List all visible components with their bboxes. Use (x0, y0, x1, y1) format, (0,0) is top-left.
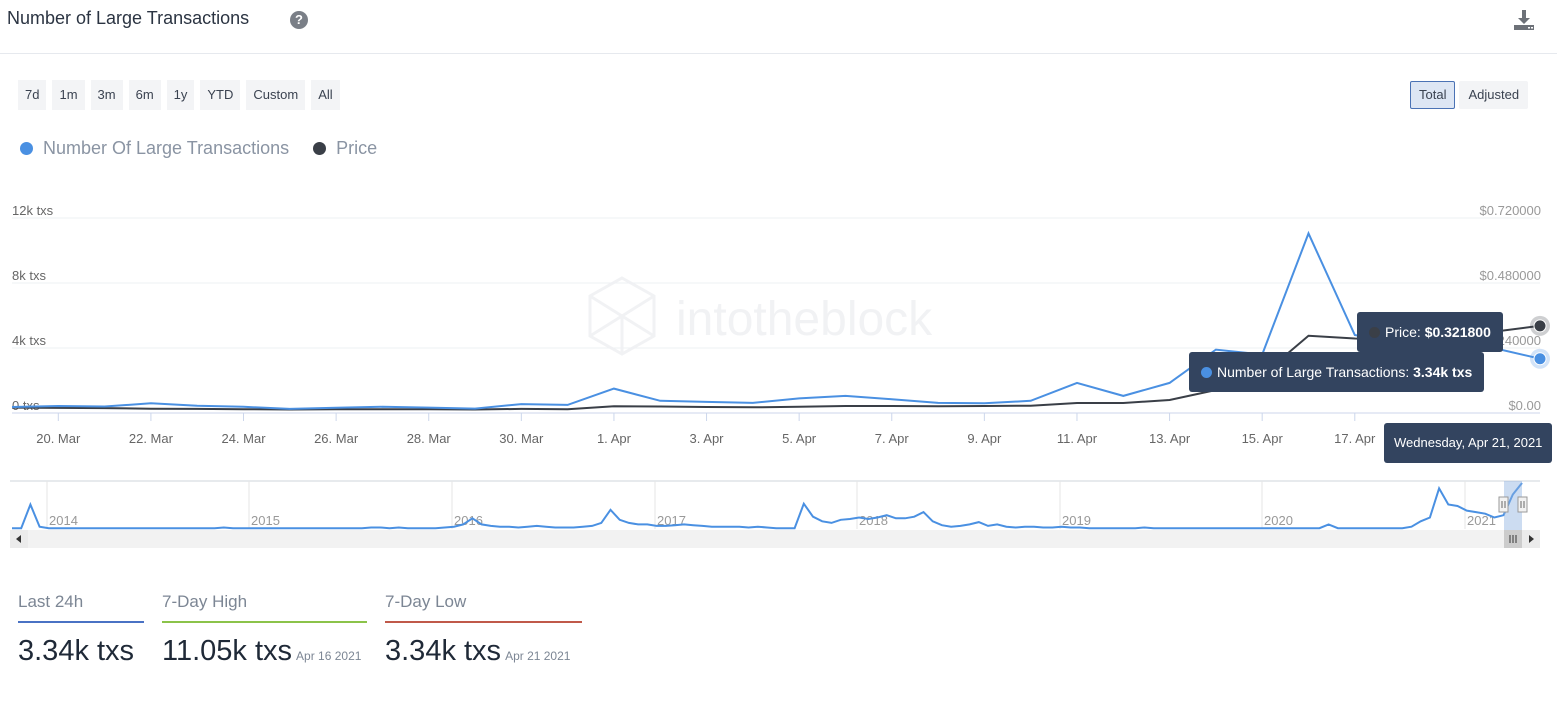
range-7d-button[interactable]: 7d (18, 80, 47, 110)
x-tick-label: 28. Mar (407, 431, 452, 446)
navigator-series-line (12, 482, 1523, 530)
stat-value-last-24h: 3.34k txs (18, 635, 135, 667)
stat-label-last-24h: Last 24h (18, 592, 144, 623)
stat-value-7day-high: 11.05k txs (162, 635, 293, 667)
mode-total-button[interactable]: Total (1410, 81, 1456, 109)
legend-marker-transactions (20, 142, 33, 155)
header: Number of Large Transactions ? (0, 0, 1557, 54)
legend-label-transactions: Number Of Large Transactions (43, 138, 290, 158)
scrollbar[interactable] (10, 530, 1540, 548)
y-left-tick-label: 4k txs (12, 333, 46, 348)
page-title: Number of Large Transactions (7, 8, 250, 28)
transactions-tooltip-value: 3.34k txs (1413, 364, 1473, 380)
range-3m-button[interactable]: 3m (90, 80, 123, 110)
range-custom-button[interactable]: Custom (246, 80, 306, 110)
navigator-left-handle[interactable] (1498, 496, 1509, 513)
range-6m-button[interactable]: 6m (128, 80, 161, 110)
navigator-year-label: 2020 (1264, 513, 1293, 528)
x-tick-label: 5. Apr (782, 431, 817, 446)
y-right-tick-label: $0.480000 (1480, 268, 1541, 283)
price-tooltip-marker (1369, 327, 1380, 338)
mode-adjusted-button[interactable]: Adjusted (1459, 81, 1529, 109)
navigator-right-handle[interactable] (1517, 496, 1528, 513)
stat-value-7day-low-wrap: 3.34k txs Apr 21 2021 (385, 635, 582, 668)
time-range-selector: 7d 1m 3m 6m 1y YTD Custom All (18, 80, 340, 110)
x-tick-label: 22. Mar (129, 431, 174, 446)
x-tick-label: 30. Mar (499, 431, 544, 446)
stat-date-7day-high: Apr 16 2021 (296, 649, 362, 663)
y-left-tick-label: 12k txs (12, 203, 54, 218)
stat-last-24h: Last 24h 3.34k txs (18, 592, 144, 668)
stat-value-7day-high-wrap: 11.05k txs Apr 16 2021 (162, 635, 367, 668)
x-tick-label: 9. Apr (967, 431, 1002, 446)
y-right-tick-label: $0.720000 (1480, 203, 1541, 218)
y-left-tick-label: 8k txs (12, 268, 46, 283)
x-tick-label: 13. Apr (1149, 431, 1191, 446)
x-tick-label: 26. Mar (314, 431, 359, 446)
transactions-tooltip-marker (1201, 367, 1212, 378)
x-tick-label: 1. Apr (597, 431, 632, 446)
x-tick-label: 15. Apr (1242, 431, 1284, 446)
legend-item-transactions[interactable]: Number Of Large Transactions (20, 138, 289, 159)
hover-marker-price[interactable] (1533, 319, 1547, 333)
navigator-year-label: 2021 (1467, 513, 1496, 528)
navigator-chart[interactable]: 2014 2015 2016 2017 2018 2019 2020 2021 (0, 478, 1557, 553)
price-tooltip: Price: $0.321800 (1357, 312, 1503, 352)
date-tooltip: Wednesday, Apr 21, 2021 (1384, 423, 1553, 463)
navigator-year-label: 2014 (49, 513, 78, 528)
range-1m-button[interactable]: 1m (52, 80, 85, 110)
stat-date-7day-low: Apr 21 2021 (505, 649, 571, 663)
x-tick-label: 24. Mar (221, 431, 266, 446)
stat-label-7day-high: 7-Day High (162, 592, 367, 623)
question-circle-icon[interactable]: ? (290, 11, 308, 29)
x-tick-label: 11. Apr (1057, 431, 1098, 446)
navigator-year-label: 2019 (1062, 513, 1091, 528)
x-tick-label: 20. Mar (36, 431, 81, 446)
hover-marker-transactions[interactable] (1533, 352, 1547, 366)
chart-legend: Number Of Large Transactions Price (20, 138, 377, 159)
main-chart[interactable]: intotheblock 0 txs4k txs8k txs12k txs $0… (0, 200, 1557, 470)
stat-label-7day-low: 7-Day Low (385, 592, 582, 623)
range-all-button[interactable]: All (311, 80, 340, 110)
intotheblock-watermark: intotheblock (588, 276, 933, 356)
watermark-text: intotheblock (676, 293, 933, 346)
date-tooltip-text: Wednesday, Apr 21, 2021 (1394, 435, 1543, 450)
transactions-tooltip: Number of Large Transactions: 3.34k txs (1189, 352, 1485, 392)
range-ytd-button[interactable]: YTD (200, 80, 241, 110)
range-1y-button[interactable]: 1y (166, 80, 195, 110)
stat-value-last-24h-wrap: 3.34k txs (18, 635, 144, 668)
download-icon[interactable] (1512, 8, 1536, 32)
x-tick-label: 3. Apr (690, 431, 725, 446)
x-tick-label: 17. Apr (1334, 431, 1376, 446)
mode-toggle: Total Adjusted (1410, 81, 1529, 109)
legend-label-price: Price (336, 138, 378, 158)
stat-7day-low: 7-Day Low 3.34k txs Apr 21 2021 (385, 592, 582, 668)
legend-marker-price (313, 142, 327, 155)
stat-value-7day-low: 3.34k txs (385, 635, 502, 667)
legend-item-price[interactable]: Price (313, 138, 377, 159)
transactions-tooltip-label: Number of Large Transactions: (1217, 364, 1414, 380)
stat-7day-high: 7-Day High 11.05k txs Apr 16 2021 (162, 592, 367, 668)
y-right-tick-label: $0.00 (1508, 398, 1541, 413)
price-tooltip-value: $0.321800 (1424, 324, 1491, 340)
navigator-year-label: 2015 (251, 513, 280, 528)
summary-stats: Last 24h 3.34k txs 7-Day High 11.05k txs… (18, 592, 582, 668)
x-tick-label: 7. Apr (875, 431, 910, 446)
price-tooltip-label: Price: (1385, 324, 1425, 340)
